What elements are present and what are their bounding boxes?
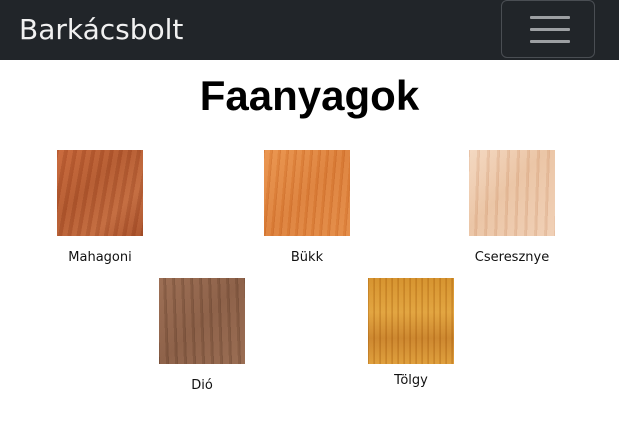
wood-label-mahagoni: Mahagoni (68, 250, 132, 265)
navbar-toggle-button[interactable] (501, 0, 595, 58)
wood-image-mahagoni[interactable] (57, 150, 143, 236)
wood-image-bukk[interactable] (264, 150, 350, 236)
wood-label-tolgy: Tölgy (394, 373, 428, 388)
wood-image-tolgy[interactable] (368, 278, 454, 364)
navbar: Barkácsbolt (0, 0, 619, 60)
wood-label-dio: Dió (191, 378, 213, 393)
wood-image-cseresznye[interactable] (469, 150, 555, 236)
page-title: Faanyagok (199, 72, 420, 119)
wood-label-bukk: Bükk (290, 250, 324, 265)
wood-image-dio[interactable] (159, 278, 245, 364)
wood-label-cseresznye: Cseresznye (474, 250, 550, 265)
brand-link[interactable]: Barkácsbolt (19, 12, 183, 48)
